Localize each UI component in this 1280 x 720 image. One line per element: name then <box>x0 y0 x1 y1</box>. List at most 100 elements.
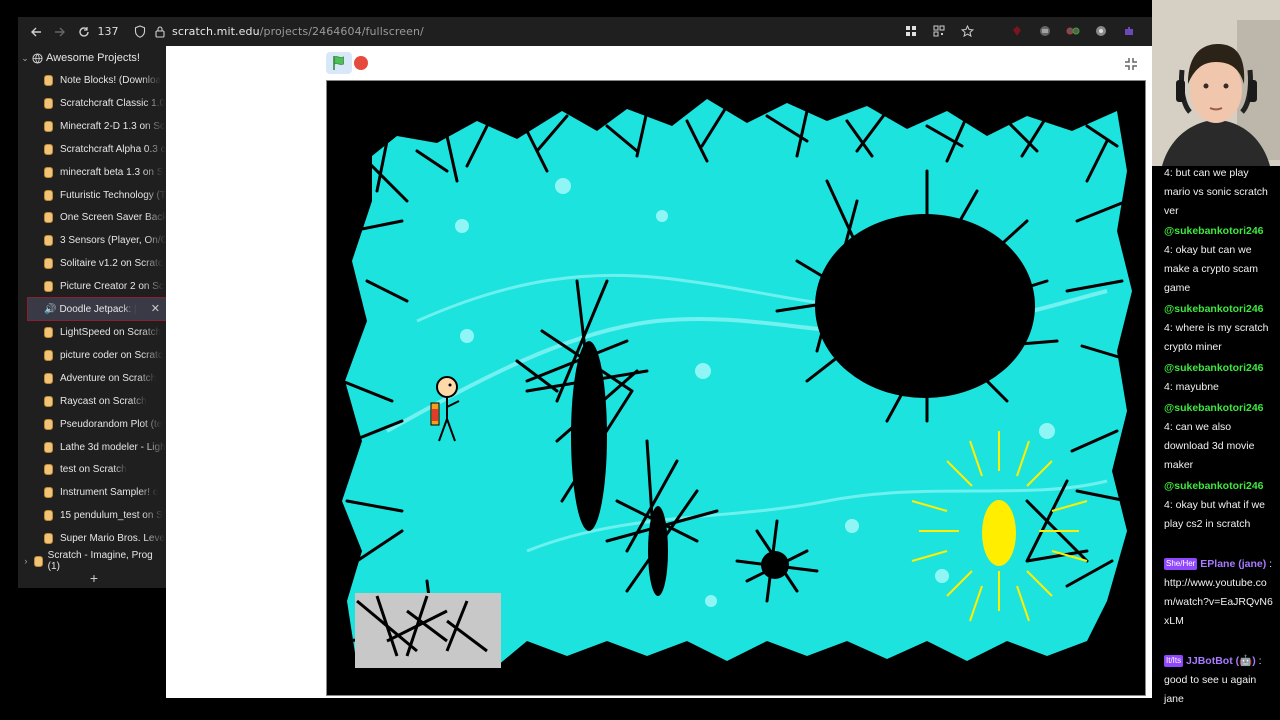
scratch-favicon-icon <box>44 326 53 338</box>
sidebar-tab[interactable]: Note Blocks! (Downloa <box>28 69 166 91</box>
chat-message: @sukebankotori246 4: where is my scratch… <box>1164 303 1269 353</box>
new-tab-button[interactable]: + <box>84 570 104 586</box>
chat-username: @sukebankotori246 <box>1164 225 1264 237</box>
scratch-favicon-icon <box>44 97 53 109</box>
stop-button[interactable] <box>354 56 368 70</box>
sidebar-tab-active[interactable]: 🔊 Doodle Jetpack: | ✕ <box>27 297 167 321</box>
chat-message: 4: but can we play mario vs sonic scratc… <box>1164 167 1268 217</box>
scratch-favicon-icon <box>44 234 53 246</box>
chat-message: @sukebankotori246 4: okay but can we mak… <box>1164 225 1264 294</box>
scratch-favicon-icon <box>44 166 53 178</box>
chat-username: JJBotBot (🤖) <box>1186 655 1256 667</box>
apps-button[interactable] <box>900 19 922 43</box>
bubble <box>695 363 711 379</box>
back-button[interactable] <box>24 20 48 44</box>
black-blob <box>648 506 668 596</box>
pronoun-badge: She/Her <box>1164 558 1198 571</box>
player-controls <box>326 52 1146 80</box>
extension-puzzle-button[interactable] <box>1118 19 1140 43</box>
qr-code-button[interactable] <box>928 19 950 43</box>
bubble <box>656 210 668 222</box>
streamer-figure <box>1152 0 1280 166</box>
scratch-favicon-icon <box>44 74 53 86</box>
webcam-feed <box>1152 0 1280 166</box>
tab-group-header[interactable]: ⌄ Awesome Projects! <box>18 48 166 68</box>
tab-counter[interactable]: 137 <box>96 25 120 38</box>
reload-button[interactable] <box>72 20 96 44</box>
close-icon[interactable]: ✕ <box>151 302 160 315</box>
scratch-favicon-icon <box>44 211 53 223</box>
grid-icon <box>906 26 916 36</box>
black-blob <box>571 341 607 531</box>
extension-stack-button[interactable] <box>1034 19 1056 43</box>
sidebar-tab[interactable]: Raycast on Scratch <box>28 390 166 412</box>
sidebar-tab[interactable]: 15 pendulum_test on S <box>28 504 166 526</box>
chat-username: EPlane (jane) <box>1200 558 1267 570</box>
scratch-favicon-icon <box>44 349 53 361</box>
green-flag-icon <box>333 56 344 70</box>
speaker-icon[interactable]: 🔊 <box>44 304 56 315</box>
scratch-favicon-icon <box>44 280 53 292</box>
stage-canvas[interactable] <box>327 81 1145 695</box>
puzzle-icon <box>1125 27 1133 35</box>
extension-glasses-button[interactable] <box>1062 19 1084 43</box>
url-path: /projects/2464604/fullscreen/ <box>259 25 424 38</box>
lock-icon <box>155 26 165 38</box>
sidebar-tab[interactable]: Futuristic Technology (T <box>28 184 166 206</box>
black-blob <box>761 551 789 579</box>
scratch-favicon-icon <box>44 486 53 498</box>
sidebar-tab[interactable]: LightSpeed on Scratch <box>28 321 166 343</box>
sidebar-tab[interactable]: Lathe 3d modeler - Ligh <box>28 436 166 458</box>
extension-red-button[interactable] <box>1006 19 1028 43</box>
address-bar[interactable]: scratch.mit.edu/projects/2464604/fullscr… <box>172 25 424 38</box>
sidebar-tab[interactable]: test on Scratch <box>28 458 166 480</box>
chat-username: @sukebankotori246 <box>1164 480 1264 492</box>
back-arrow-icon <box>31 27 41 36</box>
sidebar-tab[interactable]: Solitaire v1.2 on Scratc <box>28 252 166 274</box>
sidebar-tab[interactable]: picture coder on Scratc <box>28 344 166 366</box>
sidebar-tab[interactable]: minecraft beta 1.3 on S <box>28 161 166 183</box>
sidebar-tab-scratch-home[interactable]: › Scratch - Imagine, Prog (1) <box>18 550 166 572</box>
extension-red-icon <box>1013 26 1021 36</box>
exit-fullscreen-button[interactable] <box>1120 53 1142 75</box>
forward-button[interactable] <box>48 20 72 44</box>
sidebar-tab[interactable]: Scratchcraft Alpha 0.3 o <box>28 138 166 160</box>
dark-hole <box>815 214 1035 398</box>
extension-circle-button[interactable] <box>1090 19 1112 43</box>
screen: 137 scratch.mit.edu/projects/2464604/ful… <box>0 0 1280 720</box>
sidebar-tab[interactable]: Scratchcraft Classic 1.0 <box>28 92 166 114</box>
scratch-favicon-icon <box>44 257 53 269</box>
scratch-favicon-icon <box>33 555 43 567</box>
game-stage[interactable] <box>326 80 1146 696</box>
scratch-favicon-icon <box>44 372 53 384</box>
sidebar-tab[interactable]: Picture Creator 2 on Sc <box>28 275 166 297</box>
bubble <box>460 329 474 343</box>
sidebar-tab[interactable]: Super Mario Bros. Leve <box>28 527 166 549</box>
tab-sidebar: ⌄ Awesome Projects! Note Blocks! (Downlo… <box>18 46 167 588</box>
sidebar-tab[interactable]: One Screen Saver Back <box>28 206 166 228</box>
chat-message: It/Its JJBotBot (🤖) : good to see u agai… <box>1164 655 1262 705</box>
cave-area <box>342 99 1132 666</box>
qr-code-icon <box>933 25 945 37</box>
page-content <box>166 46 1152 698</box>
sidebar-tab[interactable]: Minecraft 2-D 1.3 on Sc <box>28 115 166 137</box>
scratch-favicon-icon <box>44 120 53 132</box>
bubble <box>845 519 859 533</box>
chat-message: She/Her EPlane (jane) : http://www.youtu… <box>1164 558 1273 627</box>
sidebar-tab[interactable]: 3 Sensors (Player, On/O <box>28 229 166 251</box>
exit-fullscreen-icon <box>1125 58 1137 70</box>
browser-toolbar: 137 scratch.mit.edu/projects/2464604/ful… <box>18 17 1152 46</box>
sidebar-tab[interactable]: Pseudorandom Plot (te <box>28 413 166 435</box>
green-flag-button[interactable] <box>326 52 352 74</box>
stream-chat: 4: but can we play mario vs sonic scratc… <box>1156 166 1280 720</box>
scratch-favicon-icon <box>44 418 53 430</box>
scratch-favicon-icon <box>44 189 53 201</box>
forward-arrow-icon <box>55 27 65 36</box>
bookmark-button[interactable] <box>956 19 978 43</box>
sidebar-tab[interactable]: Adventure on Scratch <box>28 367 166 389</box>
scratch-favicon-icon <box>44 463 53 475</box>
sidebar-tab[interactable]: Instrument Sampler! o <box>28 481 166 503</box>
scratch-favicon-icon <box>44 509 53 521</box>
bubble <box>1039 423 1055 439</box>
url-host: scratch.mit.edu <box>172 25 260 38</box>
